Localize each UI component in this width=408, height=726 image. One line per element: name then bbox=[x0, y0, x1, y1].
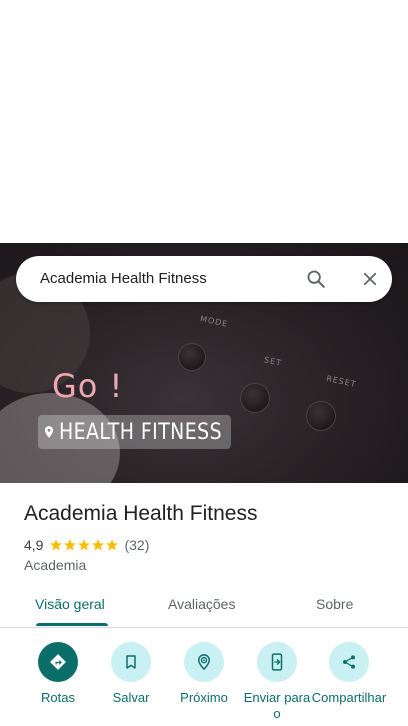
directions-icon bbox=[50, 654, 66, 670]
directions-button-circle[interactable] bbox=[38, 642, 78, 682]
action-bar: Rotas Salvar Próximo Enviar para o Compa… bbox=[0, 642, 408, 726]
blank-area bbox=[0, 0, 408, 243]
tab-about[interactable]: Sobre bbox=[316, 596, 353, 612]
brand-tag: HEALTH FITNESS bbox=[38, 415, 231, 449]
share-button[interactable]: Compartilhar bbox=[311, 642, 387, 706]
bookmark-icon bbox=[126, 655, 136, 669]
share-button-circle[interactable] bbox=[329, 642, 369, 682]
place-title: Academia Health Fitness bbox=[24, 502, 258, 525]
search-icon bbox=[307, 270, 325, 288]
device-label: RESET bbox=[325, 373, 358, 390]
star-icon bbox=[64, 539, 77, 551]
tab-overview[interactable]: Visão geral bbox=[35, 596, 105, 612]
device-label: MODE bbox=[199, 314, 230, 329]
review-count: (32) bbox=[124, 537, 150, 553]
clear-search-button[interactable] bbox=[356, 265, 384, 293]
brand-tag-text: HEALTH FITNESS bbox=[59, 419, 223, 445]
active-tab-indicator bbox=[36, 623, 108, 626]
share-icon bbox=[343, 655, 355, 669]
close-icon bbox=[363, 272, 377, 286]
nearby-label: Próximo bbox=[180, 690, 228, 705]
device-knob bbox=[240, 383, 270, 413]
location-pin-icon bbox=[44, 426, 54, 438]
search-button[interactable] bbox=[302, 265, 330, 293]
search-bar[interactable]: Academia Health Fitness bbox=[16, 256, 392, 302]
nearby-icon bbox=[197, 654, 211, 671]
save-label: Salvar bbox=[112, 690, 150, 705]
tab-bar: Visão geral Avaliações Sobre bbox=[0, 588, 408, 628]
save-button[interactable]: Salvar bbox=[93, 642, 169, 706]
star-icon bbox=[106, 539, 119, 551]
search-input[interactable]: Academia Health Fitness bbox=[40, 270, 207, 287]
directions-label: Rotas bbox=[41, 690, 75, 705]
device-knob bbox=[306, 401, 336, 431]
place-category: Academia bbox=[24, 557, 87, 573]
device-label: SET bbox=[263, 355, 283, 368]
photo-overlay-text: Go ! bbox=[52, 367, 124, 405]
save-button-circle[interactable] bbox=[111, 642, 151, 682]
star-icon bbox=[78, 539, 91, 551]
share-label: Compartilhar bbox=[311, 690, 387, 705]
star-icon bbox=[92, 539, 105, 551]
star-rating bbox=[49, 538, 119, 552]
nearby-button-circle[interactable] bbox=[184, 642, 224, 682]
nearby-button[interactable]: Próximo bbox=[166, 642, 242, 706]
send-to-phone-label: Enviar para o bbox=[243, 690, 311, 721]
tab-reviews[interactable]: Avaliações bbox=[168, 596, 235, 612]
send-to-phone-button[interactable]: Enviar para o bbox=[239, 642, 315, 722]
directions-button[interactable]: Rotas bbox=[20, 642, 96, 706]
star-icon bbox=[50, 539, 63, 551]
rating-row[interactable]: 4,9 (32) bbox=[24, 537, 149, 553]
device-knob bbox=[178, 343, 206, 371]
send-to-phone-icon bbox=[271, 653, 283, 671]
send-to-phone-button-circle[interactable] bbox=[257, 642, 297, 682]
rating-value: 4,9 bbox=[24, 537, 44, 553]
